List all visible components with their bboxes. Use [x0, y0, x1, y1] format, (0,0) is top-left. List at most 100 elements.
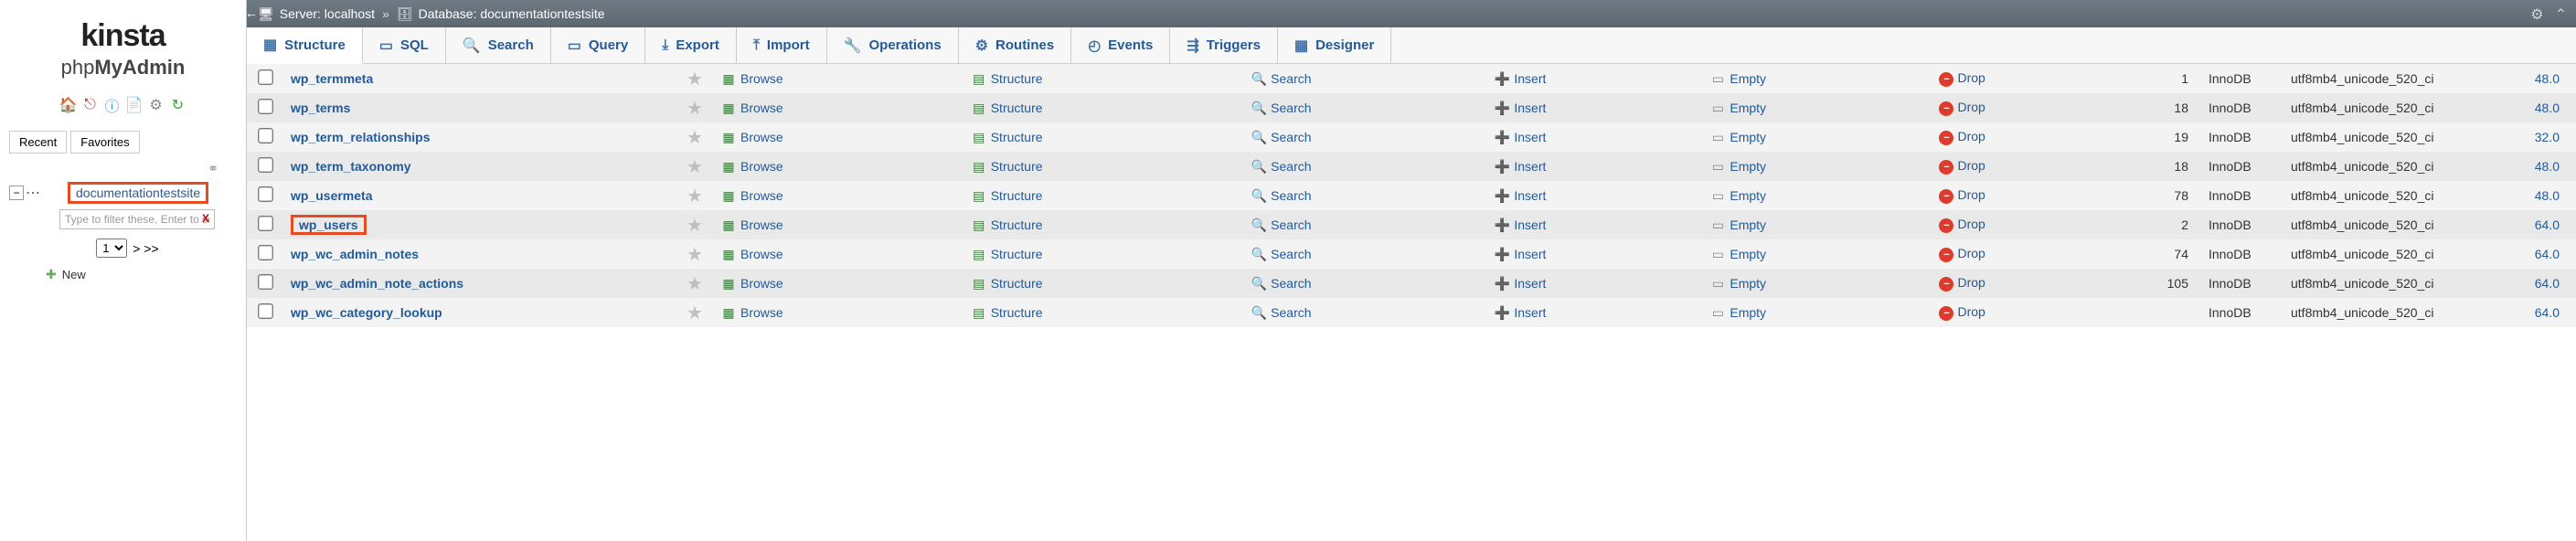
empty-link[interactable]: Empty — [1730, 217, 1766, 232]
search-link[interactable]: Search — [1271, 159, 1311, 174]
tab-sql[interactable]: ▭SQL — [363, 27, 446, 63]
insert-link[interactable]: Insert — [1514, 217, 1546, 232]
empty-link[interactable]: Empty — [1730, 276, 1766, 291]
drop-link[interactable]: Drop — [1957, 275, 1985, 290]
tab-structure[interactable]: ▦Structure — [247, 27, 363, 64]
browse-link[interactable]: Browse — [740, 305, 783, 320]
drop-link[interactable]: Drop — [1957, 129, 1985, 143]
favorite-star-icon[interactable]: ★ — [687, 186, 703, 207]
row-checkbox[interactable] — [258, 186, 273, 202]
row-checkbox[interactable] — [258, 274, 273, 290]
table-name-link[interactable]: wp_wc_admin_note_actions — [291, 276, 463, 291]
link-icon[interactable]: ⚭ — [0, 161, 246, 176]
home-icon[interactable]: 🏠 — [59, 96, 78, 114]
database-name[interactable]: documentationtestsite — [480, 6, 604, 21]
exit-icon[interactable]: ⎋ — [81, 96, 100, 114]
browse-link[interactable]: Browse — [740, 276, 783, 291]
drop-link[interactable]: Drop — [1957, 158, 1985, 173]
search-link[interactable]: Search — [1271, 305, 1311, 320]
structure-link[interactable]: Structure — [991, 71, 1043, 86]
structure-link[interactable]: Structure — [991, 305, 1043, 320]
insert-link[interactable]: Insert — [1514, 101, 1546, 115]
row-checkbox[interactable] — [258, 216, 273, 231]
favorite-star-icon[interactable]: ★ — [687, 216, 703, 236]
structure-link[interactable]: Structure — [991, 276, 1043, 291]
empty-link[interactable]: Empty — [1730, 247, 1766, 261]
insert-link[interactable]: Insert — [1514, 159, 1546, 174]
favorite-star-icon[interactable]: ★ — [687, 245, 703, 265]
tab-triggers[interactable]: ⇶Triggers — [1170, 27, 1278, 63]
pager-next[interactable]: > >> — [133, 241, 158, 256]
search-link[interactable]: Search — [1271, 101, 1311, 115]
tab-import[interactable]: ⤒Import — [737, 27, 827, 63]
collapse-panel-icon[interactable]: ← — [245, 5, 258, 20]
browse-link[interactable]: Browse — [740, 247, 783, 261]
structure-link[interactable]: Structure — [991, 247, 1043, 261]
empty-link[interactable]: Empty — [1730, 188, 1766, 203]
browse-link[interactable]: Browse — [740, 188, 783, 203]
table-name-link[interactable]: wp_wc_admin_notes — [291, 247, 419, 261]
collapse-up-icon[interactable]: ⌃ — [2555, 5, 2567, 24]
recent-button[interactable]: Recent — [9, 131, 67, 154]
insert-link[interactable]: Insert — [1514, 247, 1546, 261]
tab-routines[interactable]: ⚙Routines — [959, 27, 1072, 63]
favorite-star-icon[interactable]: ★ — [687, 303, 703, 324]
collapse-icon[interactable]: − — [9, 186, 24, 200]
row-checkbox[interactable] — [258, 245, 273, 260]
insert-link[interactable]: Insert — [1514, 130, 1546, 144]
drop-link[interactable]: Drop — [1957, 246, 1985, 260]
clear-filter-icon[interactable]: X — [202, 212, 209, 225]
search-link[interactable]: Search — [1271, 276, 1311, 291]
browse-link[interactable]: Browse — [740, 217, 783, 232]
db-name-highlighted[interactable]: documentationtestsite — [68, 182, 208, 204]
structure-link[interactable]: Structure — [991, 188, 1043, 203]
favorite-star-icon[interactable]: ★ — [687, 274, 703, 294]
tab-events[interactable]: ◴Events — [1071, 27, 1170, 63]
drop-link[interactable]: Drop — [1957, 70, 1985, 85]
structure-link[interactable]: Structure — [991, 130, 1043, 144]
favorite-star-icon[interactable]: ★ — [687, 69, 703, 90]
empty-link[interactable]: Empty — [1730, 305, 1766, 320]
row-checkbox[interactable] — [258, 69, 273, 85]
tab-operations[interactable]: 🔧Operations — [827, 27, 959, 63]
settings-gear-icon[interactable]: ⚙ — [2530, 5, 2543, 24]
tab-designer[interactable]: ▦Designer — [1278, 27, 1391, 63]
row-checkbox[interactable] — [258, 99, 273, 114]
docs-icon[interactable]: 📄 — [125, 96, 144, 114]
row-checkbox[interactable] — [258, 128, 273, 143]
insert-link[interactable]: Insert — [1514, 188, 1546, 203]
table-name-link[interactable]: wp_term_taxonomy — [291, 159, 410, 174]
tab-export[interactable]: ⤓Export — [645, 27, 737, 63]
favorite-star-icon[interactable]: ★ — [687, 128, 703, 148]
table-name-link[interactable]: wp_wc_category_lookup — [291, 305, 442, 320]
tab-query[interactable]: ▭Query — [551, 27, 645, 63]
info-icon[interactable]: ⓘ — [103, 96, 122, 114]
browse-link[interactable]: Browse — [740, 130, 783, 144]
search-link[interactable]: Search — [1271, 217, 1311, 232]
gear-icon[interactable]: ⚙ — [147, 96, 165, 114]
reload-icon[interactable]: ↻ — [169, 96, 187, 114]
empty-link[interactable]: Empty — [1730, 101, 1766, 115]
new-table-row[interactable]: ✚ New — [46, 267, 246, 282]
drop-link[interactable]: Drop — [1957, 217, 1985, 231]
insert-link[interactable]: Insert — [1514, 305, 1546, 320]
structure-link[interactable]: Structure — [991, 159, 1043, 174]
favorite-star-icon[interactable]: ★ — [687, 99, 703, 119]
empty-link[interactable]: Empty — [1730, 130, 1766, 144]
table-name-link[interactable]: wp_usermeta — [291, 188, 372, 203]
tab-search[interactable]: 🔍Search — [446, 27, 551, 63]
table-name-link[interactable]: wp_users — [291, 215, 367, 235]
drop-link[interactable]: Drop — [1957, 187, 1985, 202]
structure-link[interactable]: Structure — [991, 101, 1043, 115]
insert-link[interactable]: Insert — [1514, 71, 1546, 86]
browse-link[interactable]: Browse — [740, 71, 783, 86]
empty-link[interactable]: Empty — [1730, 159, 1766, 174]
row-checkbox[interactable] — [258, 157, 273, 173]
drop-link[interactable]: Drop — [1957, 304, 1985, 319]
row-checkbox[interactable] — [258, 303, 273, 319]
structure-link[interactable]: Structure — [991, 217, 1043, 232]
browse-link[interactable]: Browse — [740, 159, 783, 174]
search-link[interactable]: Search — [1271, 247, 1311, 261]
table-name-link[interactable]: wp_termmeta — [291, 71, 373, 86]
drop-link[interactable]: Drop — [1957, 100, 1985, 114]
